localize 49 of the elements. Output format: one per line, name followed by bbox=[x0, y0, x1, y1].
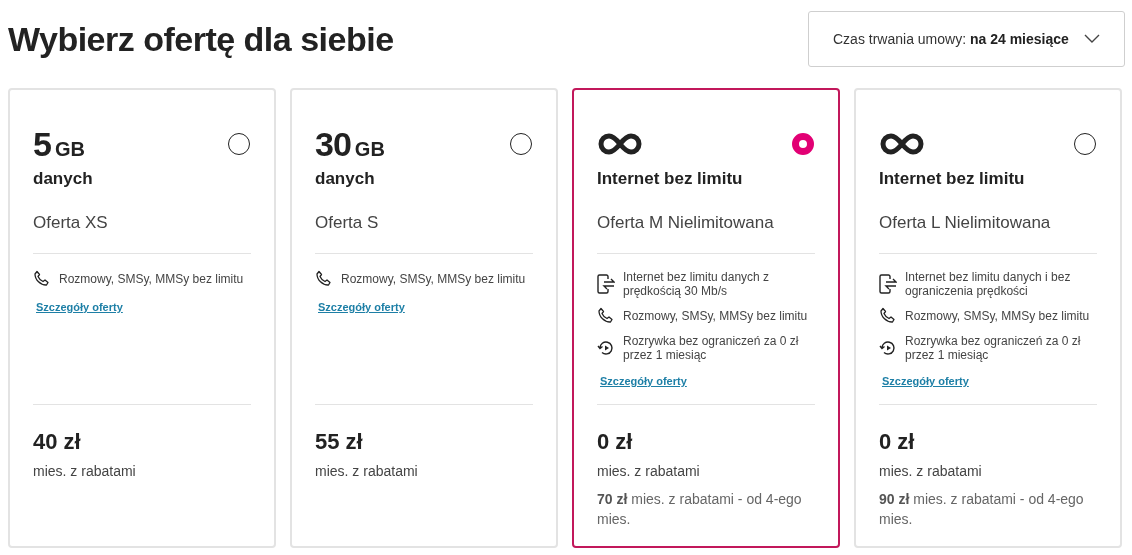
feature-text: Internet bez limitu danych z prędkością 30 Mb/s bbox=[623, 270, 771, 298]
phone-transfer-icon bbox=[597, 274, 615, 294]
contract-duration-dropdown[interactable]: Czas trwania umowy: na 24 miesiące bbox=[808, 11, 1125, 67]
phone-icon bbox=[315, 270, 333, 288]
later-price-note: 90 zł mies. z rabatami - od 4-ego mies. bbox=[879, 490, 1085, 529]
infinity-icon bbox=[879, 132, 925, 156]
replay-icon bbox=[879, 339, 897, 357]
offer-details-link[interactable]: Szczegóły oferty bbox=[600, 375, 687, 387]
price: 40 zł bbox=[33, 429, 82, 455]
phone-icon bbox=[879, 307, 897, 325]
infinity-icon bbox=[597, 132, 643, 156]
feature-text: Rozrywka bez ograniczeń za 0 zł przez 1 miesiąc bbox=[905, 334, 1082, 362]
price-note: mies. z rabatami bbox=[597, 463, 701, 479]
offer-name: Oferta S bbox=[315, 213, 533, 254]
feature-text: Rozmowy, SMSy, MMSy bez limitu bbox=[59, 272, 244, 286]
price: 0 zł bbox=[597, 429, 634, 455]
offer-title: Internet bez limitu bbox=[597, 169, 744, 189]
offer-card[interactable]: 30GB danych Oferta S Rozmowy, SMSy, MMSy bez limitu Szczegóły oferty 55 zł mies. z rabatami bbox=[290, 88, 558, 548]
offer-details-link[interactable]: Szczegóły oferty bbox=[882, 375, 969, 387]
feature-text: Rozmowy, SMSy, MMSy bez limitu bbox=[341, 272, 526, 286]
feature-text: Internet bez limitu danych i bez ograniczenia prędkości bbox=[905, 270, 1072, 298]
data-amount: 30GB bbox=[315, 124, 385, 164]
page-title: Wybierz ofertę dla siebie bbox=[8, 19, 394, 59]
feature-text: Rozmowy, SMSy, MMSy bez limitu bbox=[623, 309, 808, 323]
feature-text: Rozmowy, SMSy, MMSy bez limitu bbox=[905, 309, 1090, 323]
later-price-note: 70 zł mies. z rabatami - od 4-ego mies. bbox=[597, 490, 803, 529]
offer-card[interactable]: 5 GB danych Oferta XS Rozmowy, SMSy, MMSy bez limitu Szczegóły oferty 40 zł mies. z rabatami bbox=[8, 88, 276, 548]
offer-title: danych bbox=[315, 169, 376, 189]
offer-name: Oferta M Nielimitowana bbox=[597, 213, 815, 254]
price-note: mies. z rabatami bbox=[315, 463, 419, 479]
phone-icon bbox=[597, 307, 615, 325]
offer-title: danych bbox=[33, 169, 94, 189]
chevron-down-icon bbox=[1084, 34, 1100, 44]
radio-button[interactable] bbox=[792, 133, 814, 155]
phone-transfer-icon bbox=[879, 274, 897, 294]
offer-card[interactable] bbox=[572, 88, 840, 548]
offer-title: Internet bez limitu bbox=[879, 169, 1026, 189]
offer-name: Oferta XS bbox=[33, 213, 251, 254]
price-note: mies. z rabatami bbox=[879, 463, 983, 479]
price: 55 zł bbox=[315, 429, 364, 455]
offer-name: Oferta L Nielimitowana bbox=[879, 213, 1097, 254]
phone-icon bbox=[33, 270, 51, 288]
price: 0 zł bbox=[879, 429, 916, 455]
replay-icon bbox=[597, 339, 615, 357]
offer-details-link[interactable]: Szczegóły oferty bbox=[318, 301, 405, 313]
data-amount: 5 GB bbox=[33, 124, 85, 164]
price-note: mies. z rabatami bbox=[33, 463, 137, 479]
offer-details-link[interactable]: Szczegóły oferty bbox=[36, 301, 123, 313]
feature-text: Rozrywka bez ograniczeń za 0 zł przez 1 miesiąc bbox=[623, 334, 800, 362]
